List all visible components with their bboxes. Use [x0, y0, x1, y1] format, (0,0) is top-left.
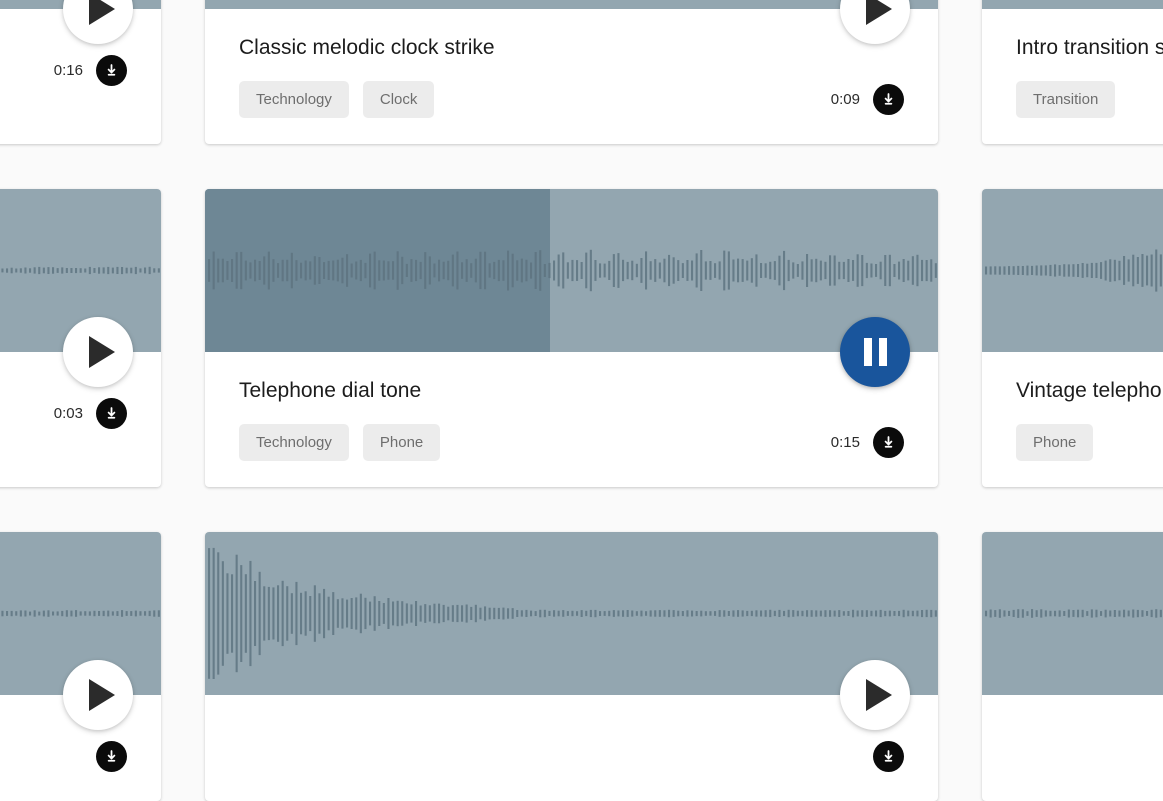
- tag-list: Technology Phone: [239, 424, 441, 461]
- sound-title: Vintage telephone ring: [1016, 379, 1163, 402]
- sound-card[interactable]: Vintage telephone ring Phone: [982, 189, 1163, 487]
- card-meta-row: [239, 741, 904, 772]
- download-arrow-icon: [104, 749, 119, 764]
- card-meta-row: 0:16: [0, 55, 127, 86]
- sound-card[interactable]: Telephone dial tone Technology Phone 0:15: [205, 189, 938, 487]
- tag-list: Transition: [1016, 81, 1116, 118]
- sound-card[interactable]: 0:03: [0, 189, 161, 487]
- sound-title: Classic melodic clock strike: [239, 36, 495, 59]
- card-info: [205, 695, 938, 801]
- sound-card[interactable]: [0, 532, 161, 801]
- download-arrow-icon: [881, 92, 896, 107]
- play-icon: [865, 0, 892, 25]
- download-button[interactable]: [96, 741, 127, 772]
- duration-label: 0:09: [830, 91, 860, 108]
- tag-pill[interactable]: Phone: [1016, 424, 1094, 461]
- card-actions: 0:16: [54, 55, 127, 86]
- card-actions: [873, 741, 904, 772]
- card-actions: 0:03: [54, 398, 127, 429]
- waveform-graphic: [985, 249, 1162, 292]
- play-icon: [865, 679, 892, 711]
- download-arrow-icon: [881, 435, 896, 450]
- card-meta-row: Phone: [1016, 424, 1163, 461]
- download-button[interactable]: [96, 55, 127, 86]
- download-button[interactable]: [96, 398, 127, 429]
- download-button[interactable]: [873, 84, 904, 115]
- waveform-track[interactable]: [205, 189, 938, 352]
- tag-pill[interactable]: Technology: [239, 81, 349, 118]
- download-arrow-icon: [104, 406, 119, 421]
- pause-button[interactable]: [840, 317, 910, 387]
- play-icon: [88, 679, 115, 711]
- duration-label: 0:15: [830, 434, 860, 451]
- sound-card[interactable]: Classic melodic clock strike Technology Cl…: [205, 0, 938, 144]
- sound-card[interactable]: [982, 532, 1163, 801]
- card-meta-row: Technology Phone 0:15: [239, 424, 904, 461]
- sound-title: Telephone dial tone: [239, 379, 422, 402]
- card-info: Vintage telephone ring Phone: [982, 352, 1163, 487]
- play-button[interactable]: [63, 317, 133, 387]
- duration-label: 0:03: [53, 405, 83, 422]
- sound-card[interactable]: Intro transition swell Transition: [982, 0, 1163, 144]
- tag-list: Technology Clock: [239, 81, 435, 118]
- card-info: Telephone dial tone Technology Phone 0:15: [205, 352, 938, 487]
- card-actions: 0:09: [831, 84, 904, 115]
- card-actions: 0:15: [831, 427, 904, 458]
- waveform-track[interactable]: [982, 0, 1163, 9]
- waveform-graphic: [985, 609, 1162, 618]
- card-meta-row: [0, 741, 127, 772]
- sound-title: Intro transition swell: [1016, 36, 1163, 59]
- waveform-graphic: [205, 0, 938, 9]
- card-meta-row: 0:03: [0, 398, 127, 429]
- waveform-graphic: [208, 249, 937, 292]
- play-button[interactable]: [63, 660, 133, 730]
- pause-icon: [863, 338, 887, 366]
- play-button[interactable]: [840, 660, 910, 730]
- duration-label: 0:16: [53, 62, 83, 79]
- waveform-track[interactable]: [982, 532, 1163, 695]
- sound-card[interactable]: [205, 532, 938, 801]
- tag-pill[interactable]: Clock: [362, 81, 435, 118]
- download-arrow-icon: [881, 749, 896, 764]
- tag-list: Phone: [1016, 424, 1094, 461]
- card-info: Intro transition swell Transition: [982, 9, 1163, 144]
- card-actions: [96, 741, 127, 772]
- download-arrow-icon: [104, 63, 119, 78]
- card-info: [982, 695, 1163, 801]
- download-button[interactable]: [873, 427, 904, 458]
- download-button[interactable]: [873, 741, 904, 772]
- card-meta-row: [1016, 741, 1163, 772]
- tag-pill[interactable]: Technology: [239, 424, 349, 461]
- waveform-track[interactable]: [205, 0, 938, 9]
- waveform-graphic: [982, 0, 1163, 9]
- play-icon: [88, 336, 115, 368]
- waveform-graphic: [208, 547, 937, 679]
- waveform-track[interactable]: [205, 532, 938, 695]
- tag-pill[interactable]: Phone: [362, 424, 441, 461]
- sound-card[interactable]: 0:16: [0, 0, 161, 144]
- tag-pill[interactable]: Transition: [1016, 81, 1116, 118]
- card-info: Classic melodic clock strike Technology Cl…: [205, 9, 938, 144]
- card-meta-row: Technology Clock 0:09: [239, 81, 904, 118]
- sound-card-grid: 0:16 Classic melodic clock strike Technolo…: [0, 0, 1163, 801]
- waveform-track[interactable]: [982, 189, 1163, 352]
- play-icon: [88, 0, 115, 25]
- card-meta-row: Transition: [1016, 81, 1163, 118]
